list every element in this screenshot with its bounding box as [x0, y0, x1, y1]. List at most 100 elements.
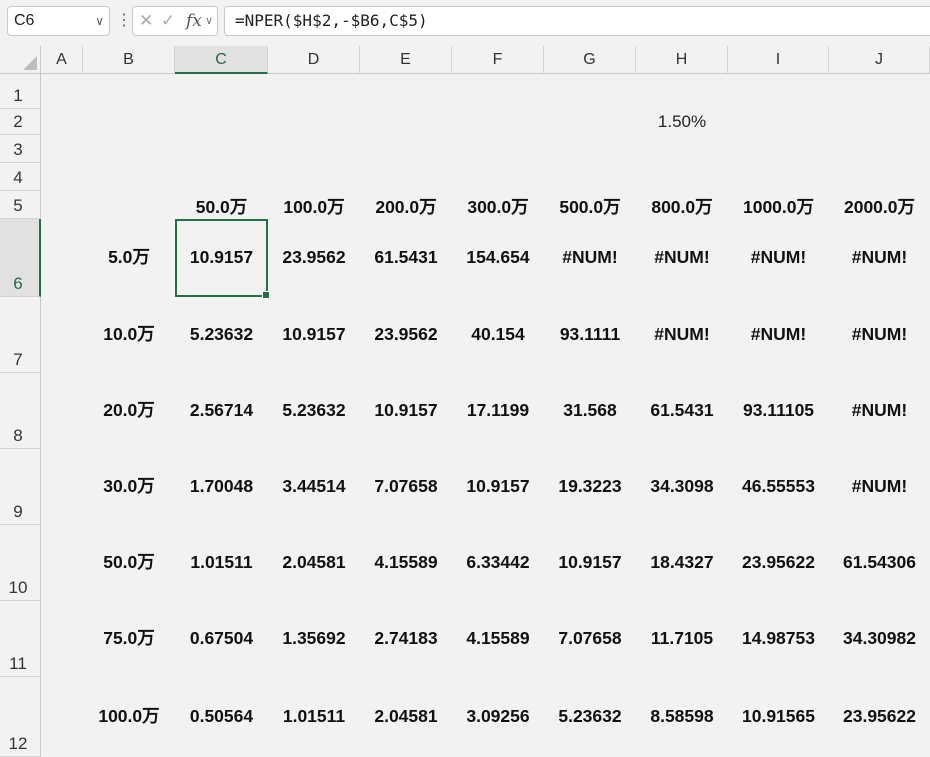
cell-G10[interactable]: 10.9157 — [544, 549, 636, 575]
cell-J9[interactable]: #NUM! — [829, 473, 930, 499]
cell-B9[interactable]: 30.0万 — [83, 473, 175, 499]
cell-F8[interactable]: 17.1199 — [452, 397, 544, 423]
enter-icon[interactable]: ✓ — [161, 11, 175, 31]
cell-C8[interactable]: 2.56714 — [175, 397, 268, 423]
row-header-2[interactable]: 2 — [0, 109, 41, 135]
row-header-6[interactable]: 6 — [0, 219, 41, 297]
cell-G7[interactable]: 93.1111 — [544, 321, 636, 347]
cell-I11[interactable]: 14.98753 — [728, 625, 829, 651]
fx-icon[interactable]: fx — [186, 11, 202, 31]
column-header-I[interactable]: I — [728, 46, 829, 74]
cell-G8[interactable]: 31.568 — [544, 397, 636, 423]
cell-B7[interactable]: 10.0万 — [83, 321, 175, 347]
cell-I7[interactable]: #NUM! — [728, 321, 829, 347]
cell-E6[interactable]: 61.5431 — [360, 244, 452, 270]
cell-C9[interactable]: 1.70048 — [175, 473, 268, 499]
cell-B12[interactable]: 100.0万 — [83, 703, 175, 729]
cell-H8[interactable]: 61.5431 — [636, 397, 728, 423]
cell-G9[interactable]: 19.3223 — [544, 473, 636, 499]
row-header-3[interactable]: 3 — [0, 135, 41, 163]
cell-C11[interactable]: 0.67504 — [175, 625, 268, 651]
cell-E8[interactable]: 10.9157 — [360, 397, 452, 423]
cell-J8[interactable]: #NUM! — [829, 397, 930, 423]
cell-E7[interactable]: 23.9562 — [360, 321, 452, 347]
cell-G6[interactable]: #NUM! — [544, 244, 636, 270]
cell-I8[interactable]: 93.11105 — [728, 397, 829, 423]
cell-C12[interactable]: 0.50564 — [175, 703, 268, 729]
cell-G12[interactable]: 5.23632 — [544, 703, 636, 729]
row-header-9[interactable]: 9 — [0, 449, 41, 525]
cell-H9[interactable]: 34.3098 — [636, 473, 728, 499]
column-header-G[interactable]: G — [544, 46, 636, 74]
cell-F11[interactable]: 4.15589 — [452, 625, 544, 651]
cell-C10[interactable]: 1.01511 — [175, 549, 268, 575]
cell-D12[interactable]: 1.01511 — [268, 703, 360, 729]
cell-I10[interactable]: 23.95622 — [728, 549, 829, 575]
cell-H11[interactable]: 11.7105 — [636, 625, 728, 651]
cell-E5[interactable]: 200.0万 — [360, 193, 452, 219]
cell-H10[interactable]: 18.4327 — [636, 549, 728, 575]
column-header-F[interactable]: F — [452, 46, 544, 74]
cell-H7[interactable]: #NUM! — [636, 321, 728, 347]
cell-F7[interactable]: 40.154 — [452, 321, 544, 347]
column-header-A[interactable]: A — [41, 46, 83, 74]
cell-J10[interactable]: 61.54306 — [829, 549, 930, 575]
column-header-B[interactable]: B — [83, 46, 175, 74]
cell-D5[interactable]: 100.0万 — [268, 193, 360, 219]
cell-D9[interactable]: 3.44514 — [268, 473, 360, 499]
fill-handle[interactable] — [262, 291, 270, 299]
cell-C5[interactable]: 50.0万 — [175, 193, 268, 219]
cell-D8[interactable]: 5.23632 — [268, 397, 360, 423]
column-header-C[interactable]: C — [175, 46, 268, 74]
more-options-icon[interactable]: ⋮ — [116, 10, 132, 32]
row-header-4[interactable]: 4 — [0, 163, 41, 191]
cell-I6[interactable]: #NUM! — [728, 244, 829, 270]
cell-I9[interactable]: 46.55553 — [728, 473, 829, 499]
cell-D6[interactable]: 23.9562 — [268, 244, 360, 270]
cell-F10[interactable]: 6.33442 — [452, 549, 544, 575]
cell-E9[interactable]: 7.07658 — [360, 473, 452, 499]
cell-E11[interactable]: 2.74183 — [360, 625, 452, 651]
cell-H5[interactable]: 800.0万 — [636, 193, 728, 219]
cell-H12[interactable]: 8.58598 — [636, 703, 728, 729]
row-header-1[interactable]: 1 — [0, 74, 41, 109]
formula-input[interactable]: =NPER($H$2,-$B6,C$5) — [224, 6, 930, 36]
cell-J5[interactable]: 2000.0万 — [829, 193, 930, 219]
name-box[interactable]: C6 ∨ — [7, 6, 110, 36]
row-header-7[interactable]: 7 — [0, 297, 41, 373]
cell-B6[interactable]: 5.0万 — [83, 244, 175, 270]
cell-G5[interactable]: 500.0万 — [544, 193, 636, 219]
cell-B10[interactable]: 50.0万 — [83, 549, 175, 575]
row-header-12[interactable]: 12 — [0, 677, 41, 757]
cell-J11[interactable]: 34.30982 — [829, 625, 930, 651]
cell-D10[interactable]: 2.04581 — [268, 549, 360, 575]
cell-H2[interactable]: 1.50% — [636, 109, 728, 135]
row-header-5[interactable]: 5 — [0, 191, 41, 219]
column-header-E[interactable]: E — [360, 46, 452, 74]
cell-J7[interactable]: #NUM! — [829, 321, 930, 347]
row-header-8[interactable]: 8 — [0, 373, 41, 449]
column-header-D[interactable]: D — [268, 46, 360, 74]
cell-H6[interactable]: #NUM! — [636, 244, 728, 270]
cell-I12[interactable]: 10.91565 — [728, 703, 829, 729]
cell-B11[interactable]: 75.0万 — [83, 625, 175, 651]
cancel-icon[interactable]: ✕ — [139, 11, 153, 31]
cell-F12[interactable]: 3.09256 — [452, 703, 544, 729]
row-header-11[interactable]: 11 — [0, 601, 41, 677]
chevron-down-icon[interactable]: ∨ — [205, 11, 213, 31]
cell-D11[interactable]: 1.35692 — [268, 625, 360, 651]
row-header-10[interactable]: 10 — [0, 525, 41, 601]
cell-G11[interactable]: 7.07658 — [544, 625, 636, 651]
cell-I5[interactable]: 1000.0万 — [728, 193, 829, 219]
cell-C7[interactable]: 5.23632 — [175, 321, 268, 347]
cell-F9[interactable]: 10.9157 — [452, 473, 544, 499]
column-header-J[interactable]: J — [829, 46, 930, 74]
cell-E10[interactable]: 4.15589 — [360, 549, 452, 575]
cell-F6[interactable]: 154.654 — [452, 244, 544, 270]
cell-J6[interactable]: #NUM! — [829, 244, 930, 270]
select-all-button[interactable] — [0, 46, 41, 74]
cell-D7[interactable]: 10.9157 — [268, 321, 360, 347]
cell-F5[interactable]: 300.0万 — [452, 193, 544, 219]
chevron-down-icon[interactable]: ∨ — [95, 7, 104, 35]
cell-E12[interactable]: 2.04581 — [360, 703, 452, 729]
